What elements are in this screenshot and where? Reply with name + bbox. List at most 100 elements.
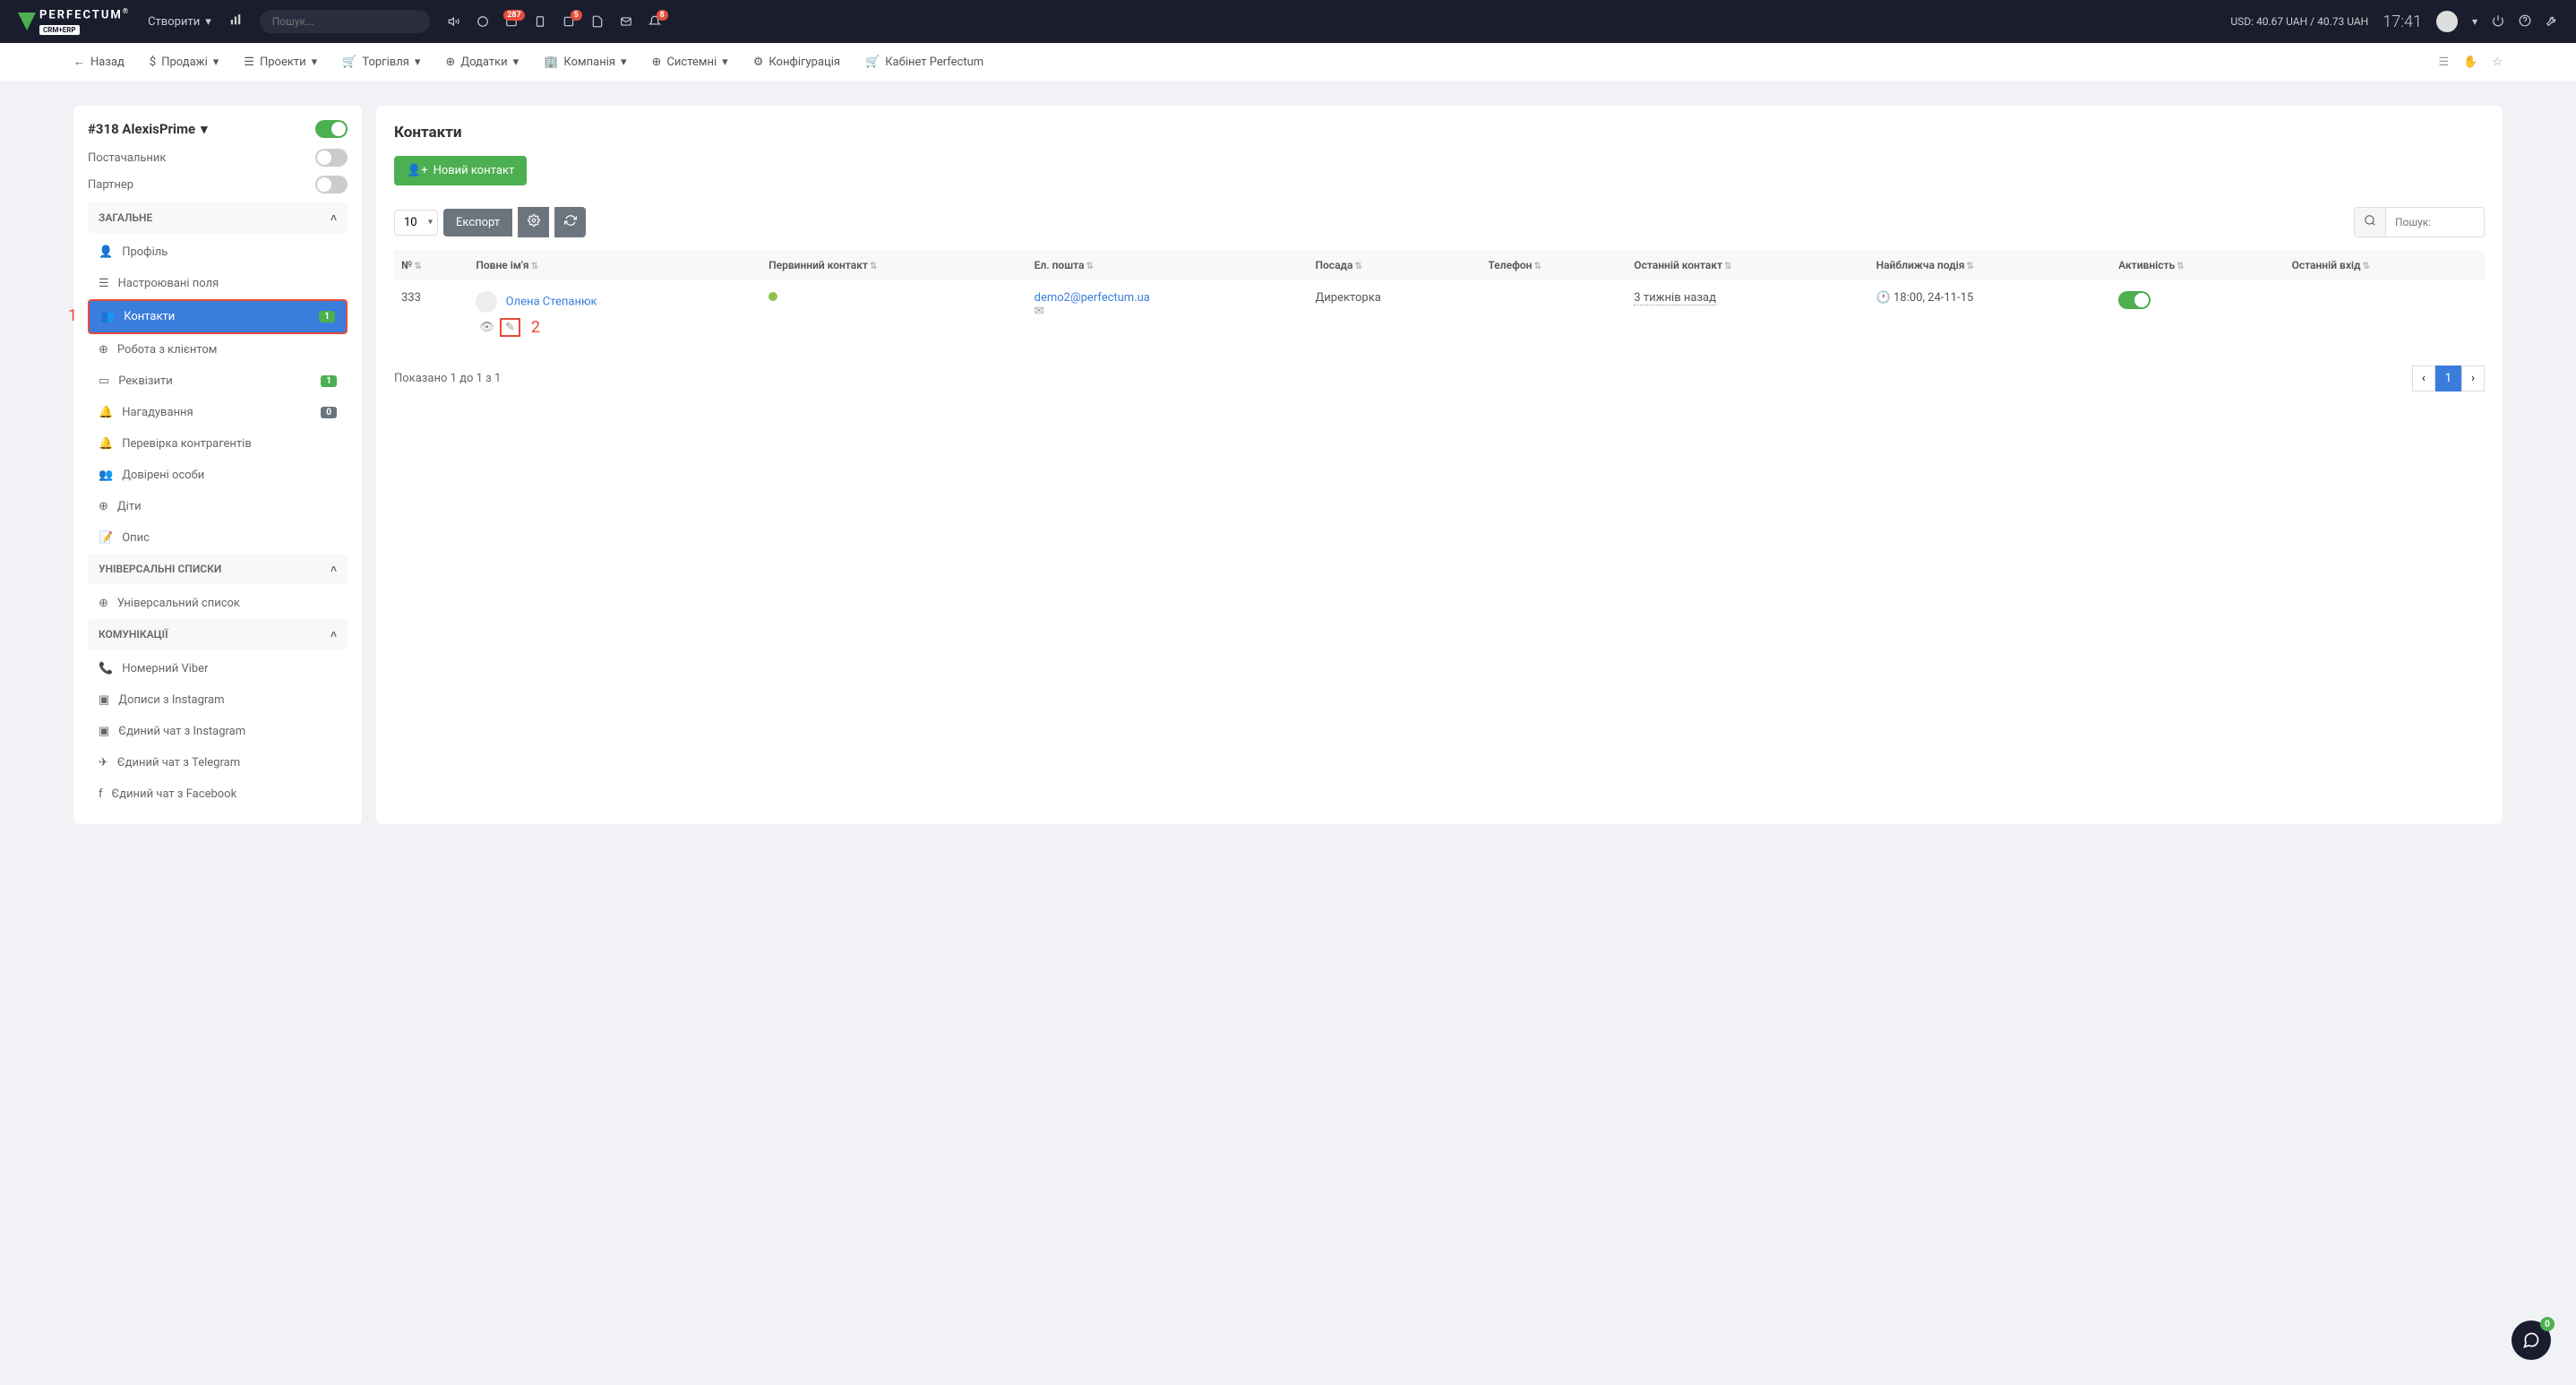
chevron-down-icon: ▾	[205, 15, 211, 29]
col-last-contact[interactable]: Останній контакт⇅	[1627, 250, 1868, 280]
wrench-icon[interactable]	[2546, 14, 2558, 30]
sidebar-item-custom-fields[interactable]: ☰Настроювані поля	[88, 268, 348, 299]
stats-icon[interactable]	[229, 13, 242, 30]
clipboard-icon[interactable]	[534, 15, 546, 28]
logo-text: PERFECTUM®	[39, 7, 130, 22]
chat-fab[interactable]: 0	[2512, 1320, 2551, 1360]
table-row[interactable]: 333 Олена Степанюк 👁 ✎ 2 demo2@perfectum…	[394, 280, 2485, 348]
col-name[interactable]: Повне ім'я⇅	[468, 250, 761, 280]
chevron-down-icon[interactable]: ▾	[2472, 15, 2477, 28]
file-icon[interactable]	[591, 15, 604, 28]
col-last-login[interactable]: Останній вхід⇅	[2285, 250, 2485, 280]
sidebar-item-trusted[interactable]: 👥Довірені особи	[88, 460, 348, 491]
cell-next-event: 🕐 18:00, 24-11-15	[1869, 280, 2112, 348]
pager-page-1[interactable]: 1	[2435, 366, 2461, 391]
cell-email: demo2@perfectum.ua ✉	[1027, 280, 1309, 348]
sidebar-item-description[interactable]: 📝Опис	[88, 522, 348, 554]
messages-icon[interactable]: 287	[505, 15, 518, 28]
hand-icon[interactable]: ✋	[2463, 56, 2477, 69]
sidebar-item-reminders[interactable]: 🔔Нагадування0	[88, 397, 348, 428]
sound-icon[interactable]	[448, 15, 460, 28]
user-avatar[interactable]	[2436, 11, 2458, 32]
pager-next[interactable]: ›	[2461, 366, 2485, 391]
people-icon: 👥	[99, 469, 113, 482]
supplier-row: Постачальник	[88, 149, 348, 167]
content: #318 AlexisPrime ▾ Постачальник Партнер …	[0, 81, 2576, 849]
help-icon[interactable]	[2519, 14, 2531, 30]
viber-icon: 📞	[99, 662, 113, 675]
section-communications[interactable]: КОМУНІКАЦІЇ˄	[88, 619, 348, 649]
bell-icon[interactable]: 8	[648, 15, 661, 28]
menu-projects[interactable]: ☰ Проекти ▾	[244, 56, 317, 69]
sidebar-item-children[interactable]: ⊕Діти	[88, 491, 348, 522]
layers-icon[interactable]: ☰	[2439, 56, 2450, 69]
sidebar-item-client-work[interactable]: ⊕Робота з клієнтом	[88, 334, 348, 366]
child-icon: ⊕	[99, 500, 108, 513]
settings-button[interactable]	[518, 207, 549, 237]
back-button[interactable]: ← Назад	[73, 55, 125, 69]
menu-cabinet[interactable]: 🛒 Кабінет Perfectum	[865, 56, 983, 69]
active-toggle[interactable]	[315, 120, 348, 138]
sidebar-item-instagram-posts[interactable]: ▣Дописи з Instagram	[88, 684, 348, 716]
logo-mark-icon	[18, 13, 36, 30]
page-size-select[interactable]: 10	[394, 210, 438, 236]
global-search-input[interactable]	[260, 10, 430, 33]
sidebar-item-facebook-chat[interactable]: fЄдиний чат з Facebook	[88, 779, 348, 810]
col-primary[interactable]: Первинний контакт⇅	[761, 250, 1026, 280]
mail-icon[interactable]	[620, 15, 632, 28]
star-icon[interactable]: ☆	[2492, 56, 2503, 69]
menu-sales[interactable]: $ Продажі ▾	[150, 56, 219, 69]
sidebar-item-profile[interactable]: 👤Профіль	[88, 237, 348, 268]
section-universal[interactable]: УНІВЕРСАЛЬНІ СПИСКИ˄	[88, 554, 348, 584]
user-icon: 👤	[99, 245, 113, 259]
company-name[interactable]: #318 AlexisPrime ▾	[88, 121, 208, 137]
sidebar-item-requisites[interactable]: ▭Реквізити1	[88, 366, 348, 397]
top-right: USD: 40.67 UAH / 40.73 UAH 17:41 ▾	[2230, 11, 2558, 32]
note-icon: 📝	[99, 531, 113, 545]
contact-name-link[interactable]: Олена Степанюк	[506, 295, 597, 308]
sidebar-item-verification[interactable]: 🔔Перевірка контрагентів	[88, 428, 348, 460]
email-link[interactable]: demo2@perfectum.ua	[1035, 291, 1150, 305]
menu-config[interactable]: ⚙ Конфігурація	[753, 56, 840, 69]
menubar: ← Назад $ Продажі ▾ ☰ Проекти ▾ 🛒 Торгів…	[0, 43, 2576, 81]
col-position[interactable]: Посада⇅	[1309, 250, 1481, 280]
supplier-toggle[interactable]	[315, 149, 348, 167]
col-phone[interactable]: Телефон⇅	[1481, 250, 1627, 280]
sidebar-item-viber[interactable]: 📞Номерний Viber	[88, 653, 348, 684]
sidebar-item-universal-list[interactable]: ⊕Універсальний список	[88, 588, 348, 619]
pager-prev[interactable]: ‹	[2412, 366, 2435, 391]
sidebar-item-telegram-chat[interactable]: ✈Єдиний чат з Telegram	[88, 747, 348, 779]
sidebar: #318 AlexisPrime ▾ Постачальник Партнер …	[73, 106, 362, 824]
menu-system[interactable]: ⊕ Системні ▾	[652, 56, 728, 69]
sidebar-item-contacts[interactable]: 1 👥Контакти 1	[88, 299, 348, 334]
power-icon[interactable]	[2492, 14, 2504, 30]
refresh-button[interactable]	[554, 207, 586, 237]
edit-icon[interactable]: ✎	[500, 318, 520, 337]
cell-position: Директорка	[1309, 280, 1481, 348]
chat-icon[interactable]	[477, 15, 489, 28]
cell-last-login	[2285, 280, 2485, 348]
mail-icon[interactable]: ✉	[1035, 305, 1044, 318]
col-email[interactable]: Ел. пошта⇅	[1027, 250, 1309, 280]
card-icon: ▭	[99, 374, 109, 388]
menu-company[interactable]: 🏢 Компанія ▾	[544, 56, 626, 69]
logo[interactable]: PERFECTUM® CRM+ERP	[18, 7, 130, 35]
table-search-input[interactable]	[2386, 207, 2485, 237]
logo-badge: CRM+ERP	[39, 25, 80, 35]
menu-addons[interactable]: ⊕ Додатки ▾	[445, 56, 519, 69]
view-icon[interactable]: 👁	[479, 321, 494, 334]
section-general[interactable]: ЗАГАЛЬНЕ˄	[88, 202, 348, 233]
menu-trade[interactable]: 🛒 Торгівля ▾	[342, 56, 420, 69]
chat-fab-badge: 0	[2540, 1317, 2555, 1331]
search-button[interactable]	[2354, 207, 2386, 237]
create-dropdown[interactable]: Створити ▾	[148, 15, 211, 29]
col-next-event[interactable]: Найближча подія⇅	[1869, 250, 2112, 280]
partner-toggle[interactable]	[315, 176, 348, 194]
sidebar-item-instagram-chat[interactable]: ▣Єдиний чат з Instagram	[88, 716, 348, 747]
col-activity[interactable]: Активність⇅	[2111, 250, 2284, 280]
export-button[interactable]: Експорт	[443, 209, 512, 237]
new-contact-button[interactable]: 👤+ Новий контакт	[394, 156, 527, 185]
tasks-icon[interactable]: 5	[562, 15, 575, 28]
col-num[interactable]: №⇅	[394, 250, 468, 280]
activity-toggle[interactable]	[2118, 291, 2151, 309]
